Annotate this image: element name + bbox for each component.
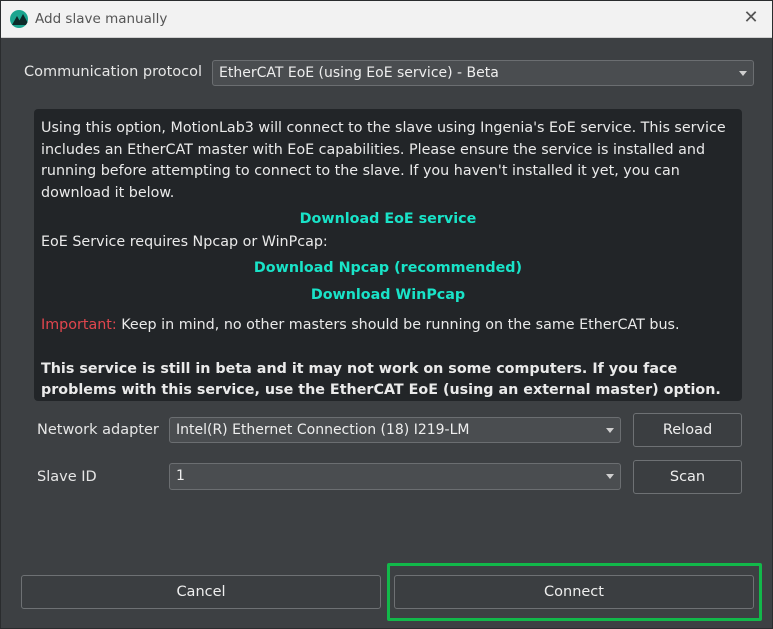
important-note: Important: Keep in mind, no other master…: [41, 315, 735, 337]
download-eoe-link[interactable]: Download EoE service: [300, 211, 477, 227]
cancel-button[interactable]: Cancel: [21, 575, 381, 609]
download-npcap-link[interactable]: Download Npcap (recommended): [254, 260, 522, 276]
requires-text: EoE Service requires Npcap or WinPcap:: [41, 233, 328, 250]
important-label: Important:: [41, 317, 117, 333]
important-text: Keep in mind, no other masters should be…: [116, 317, 680, 333]
beta-warning: This service is still in beta and it may…: [41, 360, 721, 399]
info-paragraph: Using this option, MotionLab3 will conne…: [41, 120, 726, 201]
protocol-selected-value: EtherCAT EoE (using EoE service) - Beta: [219, 65, 499, 81]
protocol-dropdown[interactable]: EtherCAT EoE (using EoE service) - Beta: [212, 60, 754, 86]
network-adapter-selected-value: Intel(R) Ethernet Connection (18) I219-L…: [176, 422, 470, 438]
reload-button[interactable]: Reload: [633, 413, 742, 447]
download-winpcap-link[interactable]: Download WinPcap: [311, 287, 465, 303]
slave-id-dropdown[interactable]: 1: [169, 463, 621, 490]
network-adapter-dropdown[interactable]: Intel(R) Ethernet Connection (18) I219-L…: [169, 417, 621, 443]
scan-button[interactable]: Scan: [633, 460, 742, 494]
network-adapter-label: Network adapter: [37, 422, 159, 438]
chevron-down-icon: [606, 474, 614, 479]
info-panel: Using this option, MotionLab3 will conne…: [34, 109, 742, 401]
window-title: Add slave manually: [35, 11, 168, 27]
motionlab-app-icon: [10, 10, 28, 28]
connect-button[interactable]: Connect: [394, 575, 754, 609]
protocol-label: Communication protocol: [24, 64, 203, 80]
add-slave-dialog: Add slave manually ✕ Communication proto…: [0, 0, 773, 629]
slave-id-selected-value: 1: [176, 468, 185, 484]
chevron-down-icon: [606, 428, 614, 433]
close-icon[interactable]: ✕: [740, 7, 762, 29]
title-bar: Add slave manually ✕: [1, 1, 772, 38]
slave-id-label: Slave ID: [37, 469, 97, 485]
chevron-down-icon: [739, 71, 747, 76]
